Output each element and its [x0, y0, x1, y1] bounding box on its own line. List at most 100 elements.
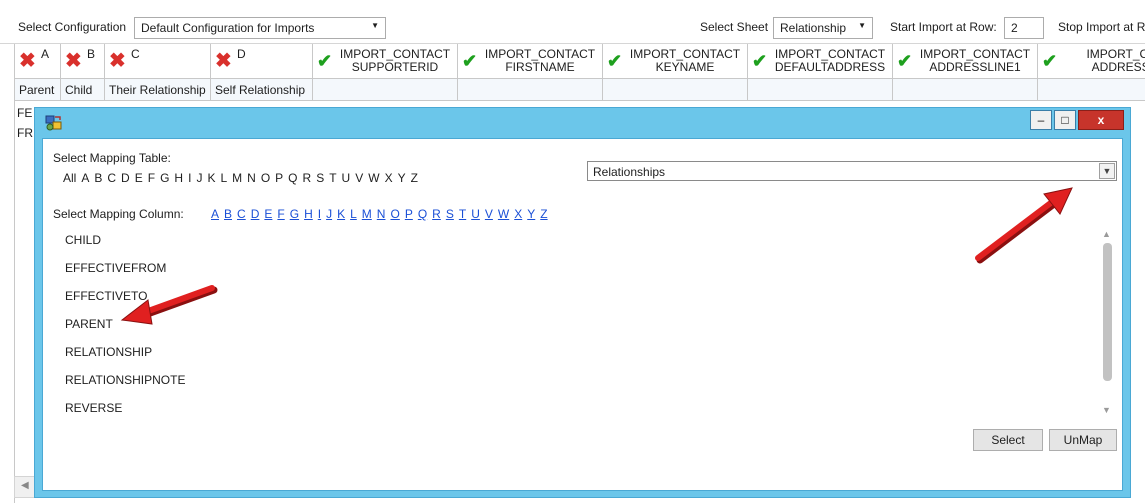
column-header-b[interactable]: ✖ B	[61, 44, 105, 79]
config-select-value: Default Configuration for Imports	[141, 21, 315, 35]
column-letter-filter: ABCDEFGHIJKLMNOPQRSTUVWXYZ	[211, 207, 553, 221]
column-header-firstname[interactable]: ✔ IMPORT_CONTACT FIRSTNAME	[458, 44, 603, 79]
column-letter-p[interactable]: P	[405, 207, 413, 221]
field-cell[interactable]	[603, 79, 748, 101]
field-cell[interactable]: Self Relationship	[211, 79, 313, 101]
column-header-keyname[interactable]: ✔ IMPORT_CONTACT KEYNAME	[603, 44, 748, 79]
column-letter-j[interactable]: J	[326, 207, 332, 221]
unmap-button[interactable]: UnMap	[1049, 429, 1117, 451]
close-button[interactable]: x	[1078, 110, 1124, 130]
list-item[interactable]: EFFECTIVETO	[65, 289, 147, 303]
field-cell[interactable]: Child	[61, 79, 105, 101]
table-letter-q[interactable]: Q	[288, 171, 297, 185]
table-letter-c[interactable]: C	[107, 171, 116, 185]
column-header-addressline1[interactable]: ✔ IMPORT_CONTACT ADDRESSLINE1	[893, 44, 1038, 79]
table-row[interactable]: FR	[15, 124, 35, 143]
field-cell[interactable]	[458, 79, 603, 101]
column-letter-x[interactable]: X	[514, 207, 522, 221]
table-letter-u[interactable]: U	[342, 171, 351, 185]
column-letter-a[interactable]: A	[211, 207, 219, 221]
table-letter-h[interactable]: H	[174, 171, 183, 185]
column-letter-o[interactable]: O	[390, 207, 399, 221]
table-letter-e[interactable]: E	[135, 171, 143, 185]
column-letter-g[interactable]: G	[290, 207, 299, 221]
table-letter-s[interactable]: S	[316, 171, 324, 185]
list-item[interactable]: RELATIONSHIP	[65, 345, 152, 359]
table-letter-o[interactable]: O	[261, 171, 270, 185]
column-header-defaultaddress[interactable]: ✔ IMPORT_CONTACT DEFAULTADDRESS	[748, 44, 893, 79]
table-letter-all[interactable]: All	[63, 171, 76, 185]
start-row-input[interactable]: 2	[1004, 17, 1044, 39]
mapping-table-label: Select Mapping Table:	[53, 151, 171, 165]
table-letter-l[interactable]: L	[220, 171, 227, 185]
column-letter-b[interactable]: B	[224, 207, 232, 221]
table-letter-i[interactable]: I	[188, 171, 191, 185]
table-letter-j[interactable]: J	[196, 171, 202, 185]
table-letter-d[interactable]: D	[121, 171, 130, 185]
column-letter-v[interactable]: V	[485, 207, 493, 221]
table-letter-v[interactable]: V	[355, 171, 363, 185]
table-letter-f[interactable]: F	[148, 171, 155, 185]
column-letter-e[interactable]: E	[264, 207, 272, 221]
column-header-supporterid[interactable]: ✔ IMPORT_CONTACT SUPPORTERID	[313, 44, 458, 79]
vertical-scrollbar-thumb[interactable]	[1103, 243, 1112, 381]
column-letter-n[interactable]: N	[377, 207, 386, 221]
list-item[interactable]: REVERSE	[65, 401, 122, 415]
column-letter-d[interactable]: D	[251, 207, 260, 221]
mapping-table-select[interactable]: Relationships ▼	[587, 161, 1117, 181]
list-item[interactable]: RELATIONSHIPNOTE	[65, 373, 185, 387]
scroll-up-icon[interactable]: ▲	[1102, 229, 1111, 239]
table-letter-m[interactable]: M	[232, 171, 242, 185]
config-select[interactable]: Default Configuration for Imports ▼	[134, 17, 386, 39]
sheet-select[interactable]: Relationship ▼	[773, 17, 873, 39]
column-header-d[interactable]: ✖ D	[211, 44, 313, 79]
column-letter-i[interactable]: I	[318, 207, 321, 221]
minimize-button[interactable]: –	[1030, 110, 1052, 130]
mapping-dialog: – □ x Select Mapping Table: All A B C D E F G H I…	[34, 107, 1131, 498]
column-letter-w[interactable]: W	[498, 207, 509, 221]
scroll-down-icon[interactable]: ▼	[1102, 405, 1111, 415]
list-item[interactable]: PARENT	[65, 317, 113, 331]
table-letter-a[interactable]: A	[81, 171, 89, 185]
list-item[interactable]: EFFECTIVEFROM	[65, 261, 166, 275]
field-cell[interactable]: Parent	[15, 79, 61, 101]
column-header-addressline2[interactable]: ✔ IMPORT_CONTADDRESSLIN	[1038, 44, 1145, 79]
column-letter-u[interactable]: U	[471, 207, 480, 221]
select-button[interactable]: Select	[973, 429, 1043, 451]
column-letter-l[interactable]: L	[350, 207, 357, 221]
table-row[interactable]: FE	[15, 104, 35, 123]
table-letter-n[interactable]: N	[247, 171, 256, 185]
maximize-button[interactable]: □	[1054, 110, 1076, 130]
table-letter-b[interactable]: B	[94, 171, 102, 185]
column-letter-r[interactable]: R	[432, 207, 441, 221]
table-letter-w[interactable]: W	[368, 171, 379, 185]
column-letter-f[interactable]: F	[277, 207, 284, 221]
table-letter-p[interactable]: P	[275, 171, 283, 185]
column-letter-k[interactable]: K	[337, 207, 345, 221]
field-cell[interactable]	[1038, 79, 1145, 101]
table-letter-z[interactable]: Z	[411, 171, 418, 185]
column-header-a[interactable]: ✖ A	[15, 44, 61, 79]
column-letter-q[interactable]: Q	[418, 207, 427, 221]
field-cell[interactable]	[313, 79, 458, 101]
table-letter-r[interactable]: R	[303, 171, 312, 185]
column-letter-h[interactable]: H	[304, 207, 313, 221]
column-letter-y[interactable]: Y	[527, 207, 535, 221]
chevron-down-icon[interactable]: ▼	[1099, 163, 1115, 179]
toolbar: Select Configuration Default Configurati…	[0, 0, 1145, 44]
column-header-c[interactable]: ✖ C	[105, 44, 211, 79]
field-cell[interactable]	[893, 79, 1038, 101]
list-item[interactable]: CHILD	[65, 233, 101, 247]
table-letter-g[interactable]: G	[160, 171, 169, 185]
field-cell[interactable]	[748, 79, 893, 101]
column-letter-z[interactable]: Z	[540, 207, 547, 221]
column-letter-t[interactable]: T	[459, 207, 466, 221]
table-letter-k[interactable]: K	[207, 171, 215, 185]
field-cell[interactable]: Their Relationship	[105, 79, 211, 101]
column-letter-m[interactable]: M	[362, 207, 372, 221]
table-letter-t[interactable]: T	[329, 171, 336, 185]
column-letter-s[interactable]: S	[446, 207, 454, 221]
table-letter-y[interactable]: Y	[398, 171, 406, 185]
column-letter-c[interactable]: C	[237, 207, 246, 221]
table-letter-x[interactable]: X	[385, 171, 393, 185]
